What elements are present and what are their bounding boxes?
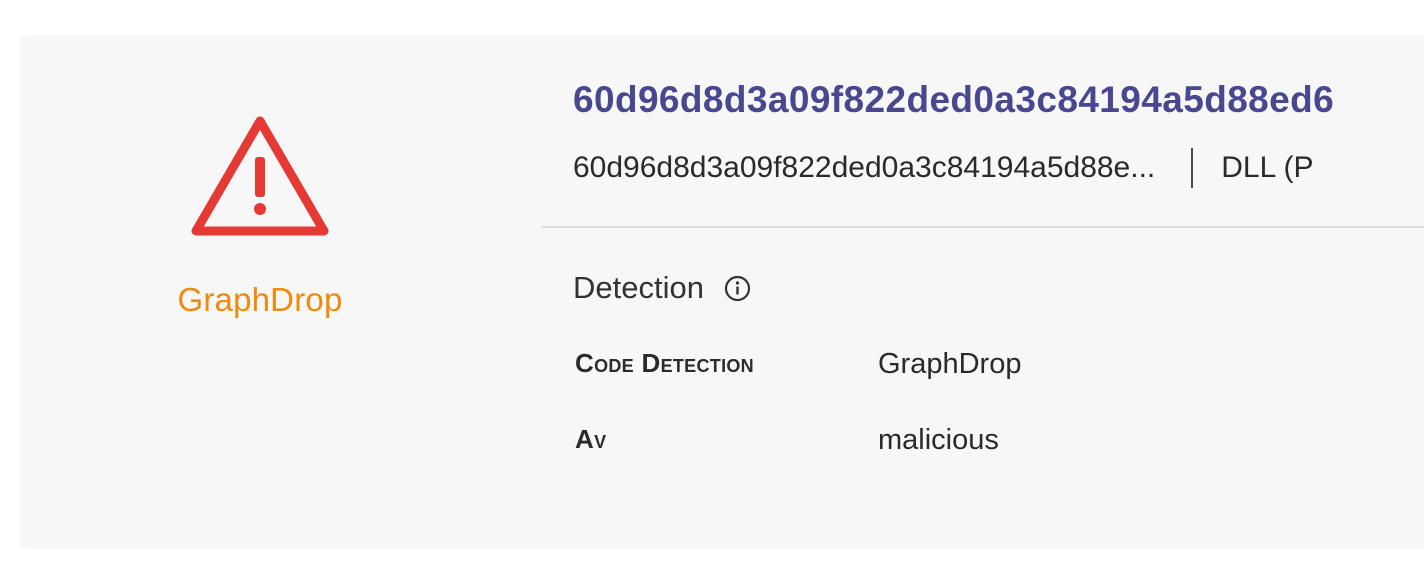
meta-separator: [1191, 148, 1194, 188]
malware-family-name: GraphDrop: [177, 281, 343, 318]
info-icon[interactable]: [724, 275, 751, 302]
file-hash-title[interactable]: 60d96d8d3a09f822ded0a3c84194a5d88ed6: [573, 79, 1334, 121]
detection-section-title: Detection: [573, 270, 751, 306]
code-detection-value: GraphDrop: [878, 348, 1022, 380]
section-divider: [542, 226, 1424, 228]
details-panel: 60d96d8d3a09f822ded0a3c84194a5d88ed6 60d…: [542, 35, 1424, 549]
file-summary-card: GraphDrop 60d96d8d3a09f822ded0a3c84194a5…: [20, 35, 1424, 549]
file-hash-truncated[interactable]: 60d96d8d3a09f822ded0a3c84194a5d88e...: [573, 151, 1155, 185]
av-label: Av: [575, 424, 607, 454]
warning-triangle-icon: [191, 116, 329, 236]
av-value: malicious: [878, 424, 999, 456]
file-type: DLL (P: [1221, 151, 1314, 184]
verdict-panel: GraphDrop: [20, 35, 500, 549]
code-detection-label: Code Detection: [575, 348, 754, 378]
detection-heading: Detection: [573, 270, 704, 305]
file-meta-row: 60d96d8d3a09f822ded0a3c84194a5d88e... DL…: [573, 148, 1314, 188]
